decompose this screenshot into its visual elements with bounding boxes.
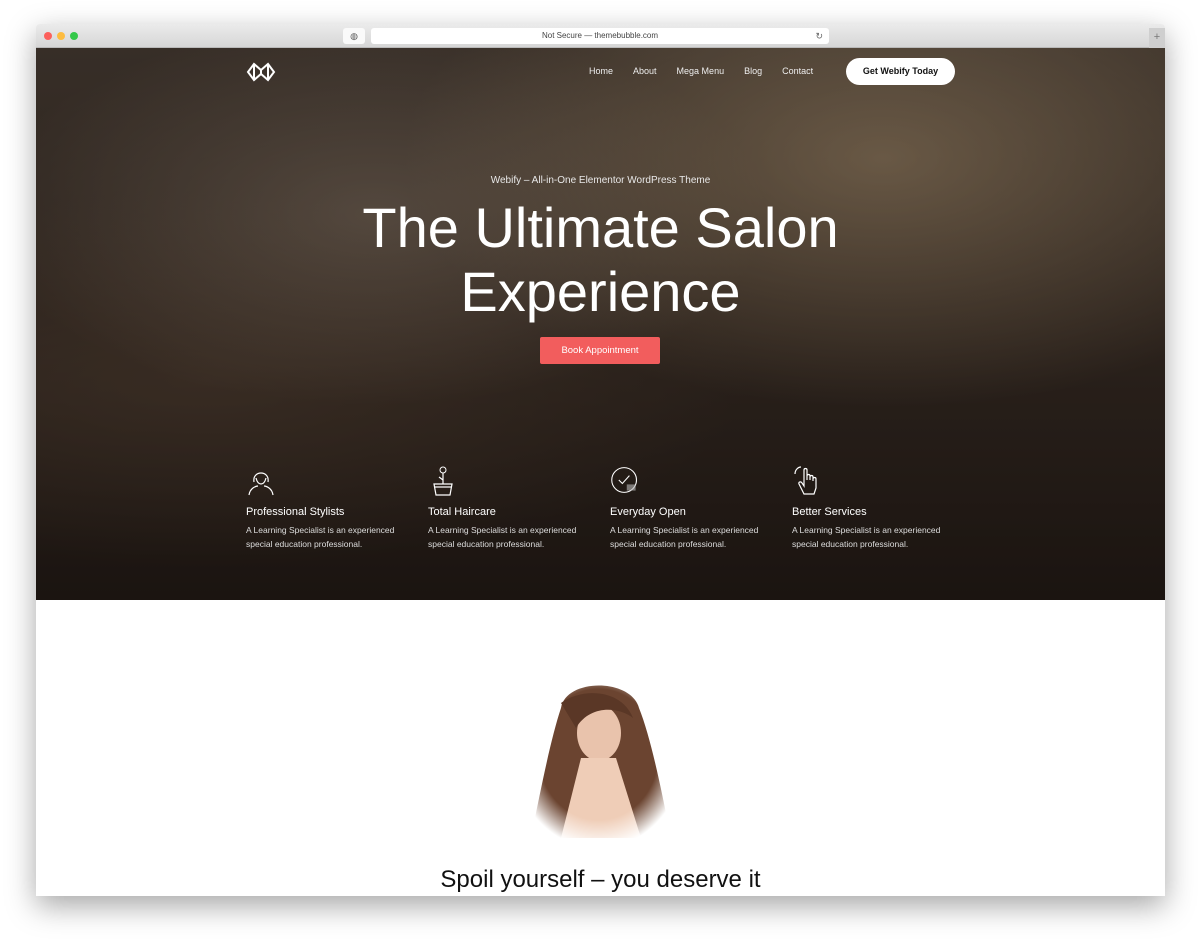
feature-title: Professional Stylists: [246, 506, 345, 518]
feature-everyday-open: Everyday Open A Learning Specialist is a…: [610, 464, 780, 551]
maximize-window-button[interactable]: [70, 32, 78, 40]
address-text: Not Secure — themebubble.com: [541, 31, 659, 40]
clock-check-icon: [611, 467, 637, 493]
nav-contact[interactable]: Contact: [782, 66, 813, 76]
woman-icon: [248, 472, 274, 496]
nav-mega-menu[interactable]: Mega Menu: [677, 66, 725, 76]
nav-about[interactable]: About: [633, 66, 657, 76]
feature-text: A Learning Specialist is an experienced …: [792, 525, 941, 549]
nav-blog[interactable]: Blog: [744, 66, 762, 76]
book-appointment-button[interactable]: Book Appointment: [540, 337, 660, 364]
feature-text: A Learning Specialist is an experienced …: [246, 525, 395, 549]
feature-title: Better Services: [792, 506, 867, 518]
reload-icon[interactable]: ↻: [815, 28, 823, 44]
hero-subtitle: Webify – All-in-One Elementor WordPress …: [490, 175, 711, 186]
privacy-icon[interactable]: ◍: [343, 28, 365, 44]
feature-professional-stylists: Professional Stylists A Learning Special…: [246, 464, 416, 551]
site-logo-icon[interactable]: [246, 62, 276, 82]
feature-text: A Learning Specialist is an experienced …: [610, 525, 759, 549]
section-heading: Spoil yourself – you deserve it: [440, 866, 761, 893]
feature-text: A Learning Specialist is an experienced …: [428, 525, 577, 549]
nav-home[interactable]: Home: [589, 66, 613, 76]
minimize-window-button[interactable]: [57, 32, 65, 40]
browser-window: ◍ Not Secure — themebubble.com ↻ + Home A…: [36, 24, 1165, 896]
close-window-button[interactable]: [44, 32, 52, 40]
feature-title: Everyday Open: [610, 506, 686, 518]
hero-title-text: The Ultimate Salon Experience: [362, 196, 839, 323]
feature-better-services: Better Services A Learning Specialist is…: [792, 464, 962, 551]
main-nav: Home About Mega Menu Blog Contact: [589, 66, 813, 76]
flower-pot-icon: [433, 466, 453, 496]
model-portrait-image: [521, 678, 676, 848]
browser-toolbar: ◍ Not Secure — themebubble.com ↻ +: [36, 24, 1165, 48]
feature-title: Total Haircare: [428, 506, 496, 518]
hero-title: The Ultimate Salon Experience: [36, 196, 1165, 324]
get-webify-button[interactable]: Get Webify Today: [846, 58, 955, 85]
hand-pointer-icon: [794, 466, 817, 495]
new-tab-button[interactable]: +: [1149, 28, 1165, 48]
address-bar[interactable]: Not Secure — themebubble.com ↻: [371, 28, 829, 44]
feature-total-haircare: Total Haircare A Learning Specialist is …: [428, 464, 598, 551]
hero-section: Home About Mega Menu Blog Contact Get We…: [36, 48, 1165, 600]
